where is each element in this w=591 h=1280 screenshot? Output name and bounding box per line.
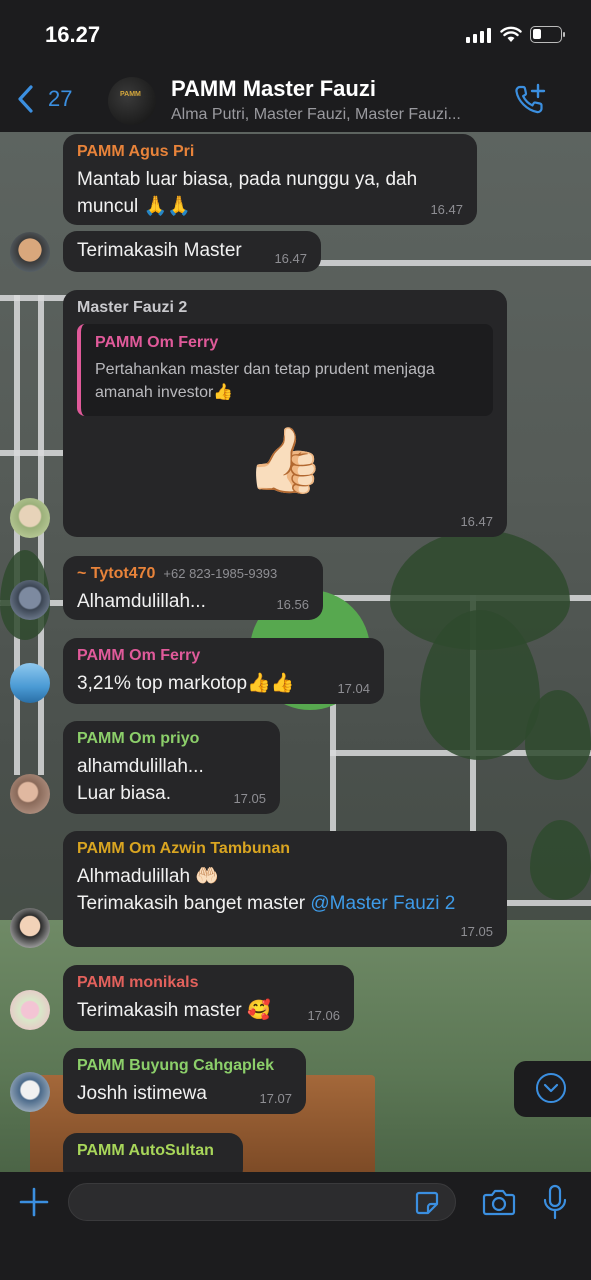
- wifi-icon: [500, 26, 522, 42]
- chevron-left-icon: [18, 85, 33, 113]
- add-call-icon[interactable]: [512, 82, 548, 118]
- sender-name[interactable]: PAMM monikals: [77, 973, 340, 993]
- battery-icon: [530, 26, 565, 43]
- message-bubble[interactable]: PAMM Om Azwin Tambunan Alhmadulillah 🤲🏻 T…: [63, 831, 507, 947]
- status-bar: 16.27: [0, 0, 591, 70]
- message-text: Alhamdulillah...: [77, 591, 206, 612]
- composer-bar: [0, 1172, 591, 1280]
- message-bubble[interactable]: ~ Tytot470 +62 823-1985-9393 Alhamdulilla…: [63, 556, 323, 620]
- chat-members[interactable]: Alma Putri, Master Fauzi, Master Fauzi..…: [171, 106, 501, 124]
- attach-plus-icon[interactable]: [18, 1186, 50, 1218]
- chat-title[interactable]: PAMM Master Fauzi: [171, 76, 376, 102]
- sender-phone: +62 823-1985-9393: [163, 566, 278, 581]
- message-time: 16.47: [460, 514, 493, 529]
- message-time: 17.06: [307, 1008, 340, 1023]
- sender-avatar[interactable]: [10, 663, 50, 703]
- message-bubble[interactable]: PAMM Om priyo alhamdulillah... Luar biasa…: [63, 721, 280, 814]
- sender-avatar[interactable]: [10, 580, 50, 620]
- sender-avatar[interactable]: [10, 990, 50, 1030]
- message-bubble[interactable]: PAMM monikals Terimakasih master 🥰 17.06: [63, 965, 354, 1031]
- back-button[interactable]: 27: [16, 84, 72, 114]
- sender-avatar[interactable]: [10, 1072, 50, 1112]
- message-text: Terimakasih master 🥰: [77, 1000, 271, 1021]
- message-text: Mantab luar biasa, pada nunggu ya, dah mu…: [77, 169, 418, 217]
- message-time: 17.05: [233, 791, 266, 806]
- message-bubble[interactable]: PAMM Buyung Cahgaplek Joshh istimewa 17.…: [63, 1048, 306, 1114]
- quoted-text: Pertahankan master dan tetap prudent men…: [95, 361, 435, 401]
- message-time: 16.56: [276, 597, 309, 612]
- message-bubble[interactable]: PAMM Om Ferry 3,21% top markotop👍👍 17.04: [63, 638, 384, 704]
- message-text: Terimakasih Master: [77, 240, 242, 261]
- scroll-to-bottom-button[interactable]: [514, 1061, 591, 1117]
- sender-name[interactable]: PAMM Buyung Cahgaplek: [77, 1056, 292, 1076]
- sender-name[interactable]: PAMM Om Azwin Tambunan: [77, 839, 493, 859]
- message-bubble[interactable]: Terimakasih Master 16.47: [63, 231, 321, 272]
- message-input[interactable]: [68, 1183, 456, 1221]
- message-time: 17.05: [460, 924, 493, 939]
- microphone-icon[interactable]: [543, 1184, 567, 1220]
- message-time: 17.04: [337, 681, 370, 696]
- mention-link[interactable]: @Master Fauzi 2: [310, 893, 455, 914]
- unread-count: 27: [48, 86, 73, 111]
- sender-name[interactable]: PAMM Om Ferry: [77, 646, 370, 666]
- status-time: 16.27: [45, 22, 101, 47]
- thumbs-up-sticker: 👍🏻: [245, 424, 325, 496]
- sender-name[interactable]: PAMM Agus Pri: [77, 142, 463, 162]
- group-avatar[interactable]: PAMM: [108, 77, 156, 125]
- sender-avatar[interactable]: [10, 498, 50, 538]
- message-time: 17.07: [259, 1091, 292, 1106]
- sender-avatar[interactable]: [10, 774, 50, 814]
- chevron-down-icon: [536, 1073, 566, 1103]
- message-text: 3,21% top markotop👍👍: [77, 673, 295, 694]
- message-time: 16.47: [274, 251, 307, 266]
- quoted-message[interactable]: PAMM Om Ferry Pertahankan master dan tet…: [77, 324, 493, 416]
- sender-name[interactable]: Master Fauzi 2: [77, 298, 493, 318]
- message-bubble[interactable]: Master Fauzi 2 PAMM Om Ferry Pertahankan…: [63, 290, 507, 537]
- message-time: 16.47: [430, 202, 463, 217]
- sender-avatar[interactable]: [10, 908, 50, 948]
- message-text: Alhmadulillah 🤲🏻 Terimakasih banget maste…: [77, 866, 456, 914]
- sender-avatar[interactable]: [10, 232, 50, 272]
- sender-name[interactable]: PAMM Om priyo: [77, 729, 266, 749]
- sticker-icon[interactable]: [414, 1190, 440, 1216]
- camera-icon[interactable]: [482, 1187, 516, 1217]
- sender-name[interactable]: PAMM AutoSultan: [77, 1141, 229, 1161]
- sender-name[interactable]: ~ Tytot470 +62 823-1985-9393: [77, 564, 309, 584]
- chat-header: 27 PAMM PAMM Master Fauzi Alma Putri, Ma…: [0, 70, 591, 132]
- message-bubble[interactable]: PAMM Agus Pri Mantab luar biasa, pada nu…: [63, 134, 477, 225]
- cellular-signal-icon: [466, 28, 491, 43]
- quoted-sender: PAMM Om Ferry: [95, 334, 219, 351]
